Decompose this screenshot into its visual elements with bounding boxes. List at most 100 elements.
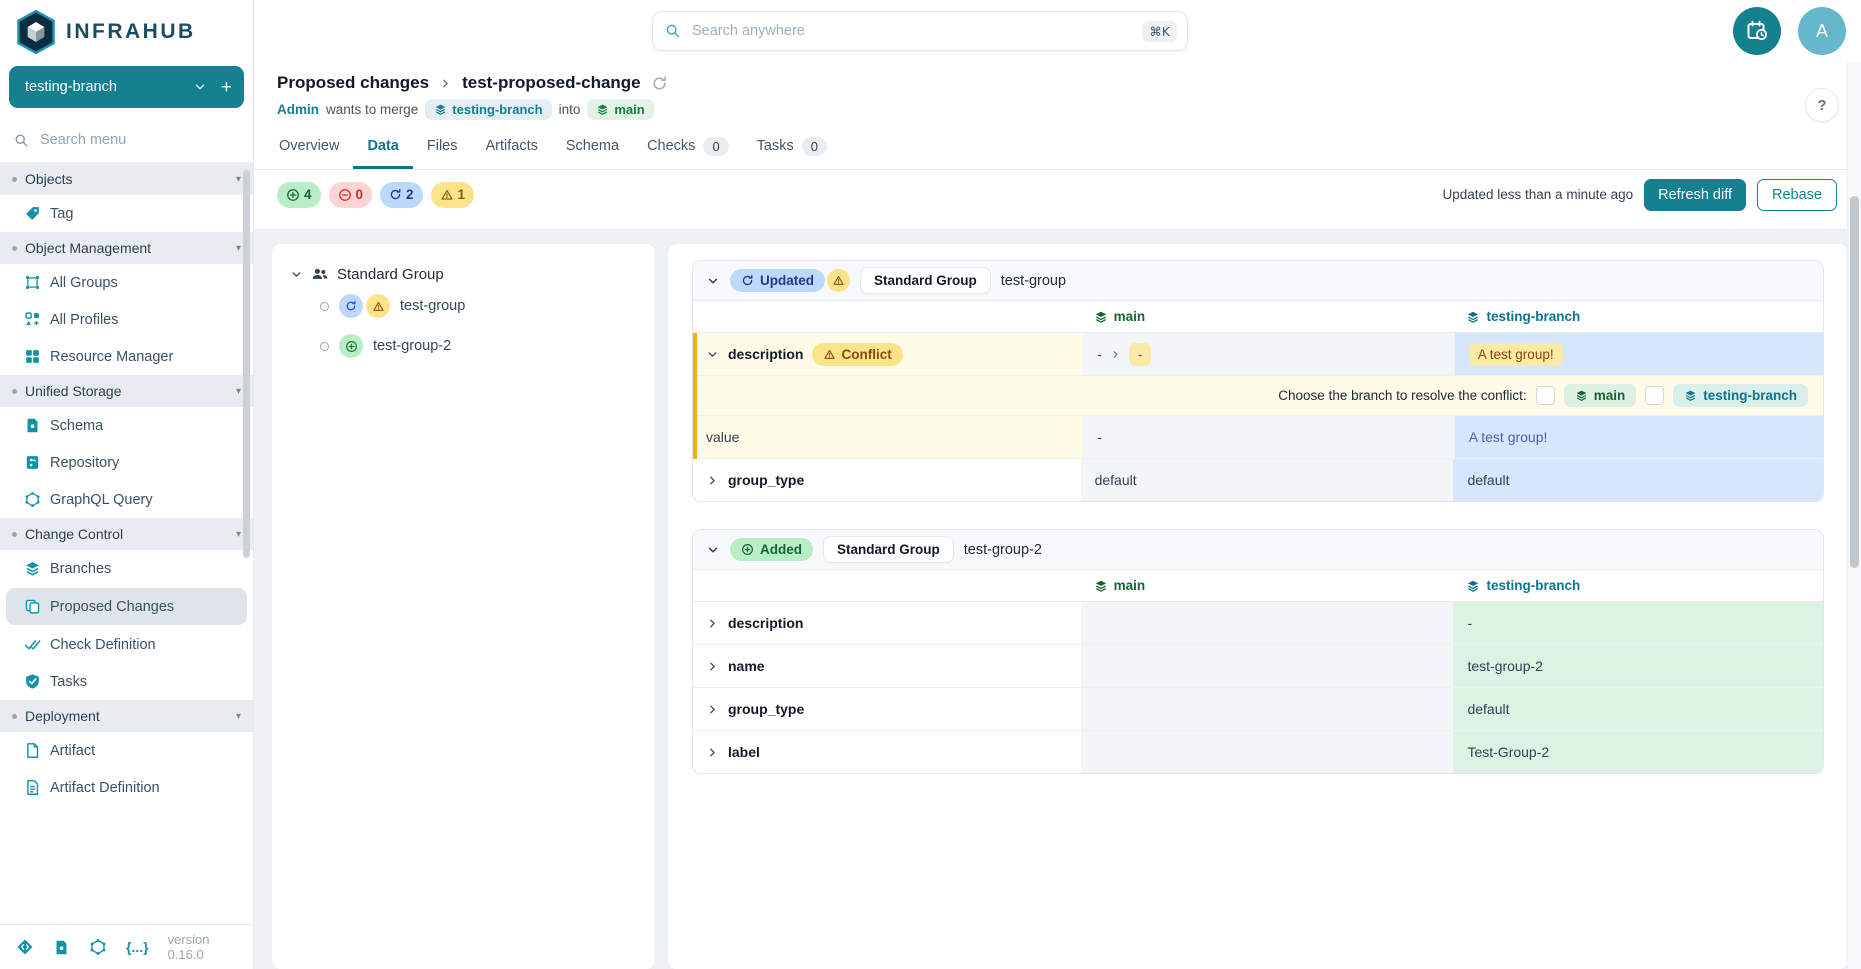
app-logo[interactable]: INFRAHUB [0,0,253,60]
chevron-right-icon[interactable] [706,746,719,759]
sidebar-item-graphql-query[interactable]: GraphQL Query [0,481,253,518]
target-branch-badge[interactable]: main [587,99,653,120]
global-search-input[interactable] [690,22,1133,40]
json-braces-icon[interactable]: {...} [126,939,149,955]
documentation-icon[interactable] [53,939,70,956]
sidebar-item-schema[interactable]: Schema [0,407,253,444]
sidebar-item-branches[interactable]: Branches [0,550,253,587]
branch-selector[interactable]: testing-branch + [9,66,244,108]
author-name[interactable]: Admin [277,102,319,117]
removed-count: 0 [356,187,364,202]
sidebar-item-repository[interactable]: Repository [0,444,253,481]
rebase-button[interactable]: Rebase [1757,179,1837,211]
tab-checks[interactable]: Checks 0 [633,123,743,169]
user-avatar[interactable]: A [1798,7,1846,55]
schema-doc-icon [24,417,41,434]
chevron-down-icon[interactable] [706,348,719,361]
sidebar-section-unified-storage[interactable]: Unified Storage ▾ [0,375,253,407]
sidebar-item-label: Schema [50,418,103,434]
sidebar-scrollbar[interactable] [243,170,250,558]
tab-data[interactable]: Data [353,123,412,169]
sidebar-item-artifact[interactable]: Artifact [0,732,253,769]
sidebar-item-proposed-changes[interactable]: Proposed Changes [6,588,247,625]
plus-circle-icon [345,340,358,353]
attribute-label-cell[interactable]: name [693,645,1081,687]
tab-artifacts[interactable]: Artifacts [472,123,552,169]
graphql-sandbox-icon[interactable] [89,938,107,956]
window-scrollbar-thumb[interactable] [1850,196,1859,568]
chevron-right-icon[interactable] [706,703,719,716]
sidebar-section-objects[interactable]: Objects ▾ [0,163,253,195]
branch-value: A test group! [1469,429,1548,445]
reload-icon[interactable] [651,75,668,92]
sidebar-item-all-profiles[interactable]: All Profiles [0,301,253,338]
property-name: value [706,429,739,445]
menu-search[interactable] [0,118,253,163]
diff-card-header[interactable]: Added Standard Group test-group-2 [693,530,1823,570]
repository-icon [24,454,41,471]
tree-node-test-group-2[interactable]: test-group-2 [282,326,645,366]
attribute-label-cell[interactable]: group_type [693,459,1081,501]
resolve-branch-badge[interactable]: testing-branch [1673,384,1808,407]
attribute-label-cell[interactable]: label [693,731,1081,773]
resolve-main-badge[interactable]: main [1564,384,1637,407]
branch-layers-icon [1466,310,1480,324]
chevron-down-icon[interactable] [706,543,720,557]
source-branch-badge[interactable]: testing-branch [425,99,551,120]
attribute-row-name[interactable]: name test-group-2 [693,645,1823,688]
menu-search-input[interactable] [38,131,239,149]
object-group-icon [24,274,41,291]
sidebar-item-tasks[interactable]: Tasks [0,663,253,700]
main-value-cell: default [1081,459,1454,501]
chevron-right-icon[interactable] [706,617,719,630]
chevron-down-icon[interactable] [706,274,720,288]
section-collapse-icon: ▾ [236,529,241,540]
sidebar-item-check-definition[interactable]: Check Definition [0,626,253,663]
sidebar-item-tag[interactable]: Tag [0,195,253,232]
create-branch-button[interactable]: + [221,78,232,97]
sidebar-item-artifact-definition[interactable]: Artifact Definition [0,769,253,806]
chevron-right-icon[interactable] [706,660,719,673]
diff-card-header[interactable]: Updated Standard Group test-group [693,261,1823,301]
column-label: main [1114,578,1146,593]
tasks-count-badge: 0 [802,137,827,156]
attribute-row-group-type[interactable]: group_type default default [693,459,1823,501]
tab-label: Data [367,138,398,154]
sidebar-item-all-groups[interactable]: All Groups [0,264,253,301]
attribute-row-description[interactable]: description - [693,602,1823,645]
section-collapse-icon: ▾ [236,386,241,397]
sidebar-item-resource-manager[interactable]: Resource Manager [0,338,253,375]
tab-schema[interactable]: Schema [552,123,633,169]
resolve-branch-checkbox[interactable] [1645,386,1664,405]
time-travel-button[interactable] [1733,7,1781,55]
tab-overview[interactable]: Overview [265,123,353,169]
refresh-diff-button[interactable]: Refresh diff [1644,179,1746,211]
sidebar-item-label: GraphQL Query [50,492,153,508]
global-search[interactable]: ⌘K [652,11,1188,51]
tab-files[interactable]: Files [413,123,472,169]
sidebar-section-change-control[interactable]: Change Control ▾ [0,518,253,550]
attribute-row-label[interactable]: label Test-Group-2 [693,731,1823,773]
attribute-row-group-type[interactable]: group_type default [693,688,1823,731]
section-label: Objects [25,171,228,187]
conflict-badge: Conflict [812,343,902,366]
help-button[interactable]: ? [1805,88,1839,122]
tab-tasks[interactable]: Tasks 0 [743,123,841,169]
resolve-main-checkbox[interactable] [1536,386,1555,405]
tree-node-standard-group[interactable]: Standard Group [282,262,645,286]
section-dot [12,389,17,394]
breadcrumb-parent[interactable]: Proposed changes [277,73,429,93]
attribute-label-cell[interactable]: description [693,602,1081,644]
attribute-row-description[interactable]: description Conflict - - A t [697,333,1823,376]
chevron-right-icon[interactable] [706,474,719,487]
api-docs-icon[interactable] [16,938,34,956]
tree-node-test-group[interactable]: test-group [282,286,645,326]
chevron-right-icon [1110,349,1121,360]
diff-card-test-group: Updated Standard Group test-group main [692,260,1824,502]
attribute-label-cell[interactable]: description Conflict [697,333,1083,375]
added-count: 4 [304,187,312,202]
attribute-label-cell[interactable]: group_type [693,688,1081,730]
branch-name: testing-branch [1703,388,1797,403]
sidebar-section-object-management[interactable]: Object Management ▾ [0,232,253,264]
sidebar-section-deployment[interactable]: Deployment ▾ [0,700,253,732]
